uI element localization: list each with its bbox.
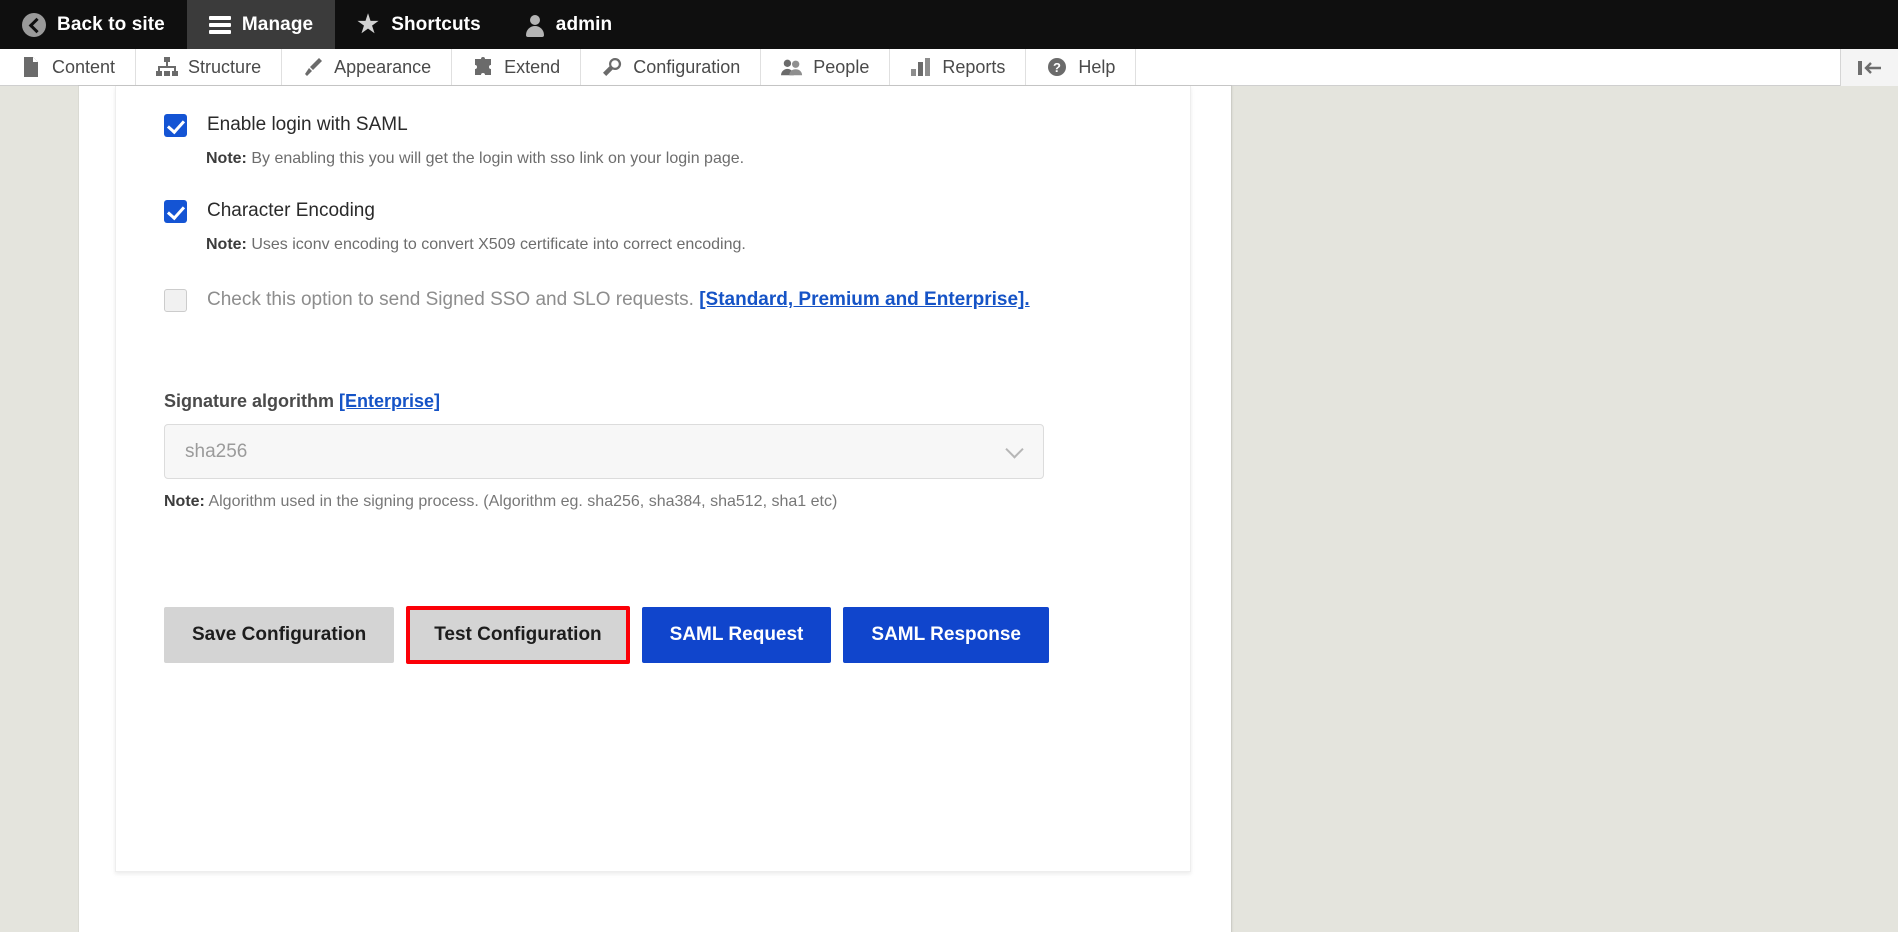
menu-item-appearance[interactable]: Appearance <box>282 49 452 85</box>
option-note: Note: Uses iconv encoding to convert X50… <box>206 234 1142 256</box>
option-label-text: Check this option to send Signed SSO and… <box>207 289 694 310</box>
menu-item-label: People <box>813 57 869 78</box>
saml-configuration-form: Enable login with SAML Note: By enabling… <box>115 86 1191 872</box>
option-label: Check this option to send Signed SSO and… <box>207 287 1030 313</box>
checkbox-enable-login-with-saml[interactable] <box>164 114 187 137</box>
document-icon <box>20 56 42 78</box>
option-label: Character Encoding <box>207 198 375 224</box>
person-icon <box>525 14 545 36</box>
admin-tab-label: admin <box>556 14 612 36</box>
saml-request-button[interactable]: SAML Request <box>642 607 832 663</box>
bar-chart-icon <box>910 56 932 78</box>
option-enable-login-with-saml[interactable]: Enable login with SAML <box>164 112 1142 138</box>
note-prefix: Note: <box>164 493 205 510</box>
admin-tab-label: Manage <box>242 14 313 36</box>
note-prefix: Note: <box>206 236 247 253</box>
admin-tab-label: Back to site <box>57 14 165 36</box>
note-prefix: Note: <box>206 150 247 167</box>
note-text: Uses iconv encoding to convert X509 cert… <box>251 236 746 253</box>
paintbrush-icon <box>302 56 324 78</box>
menu-item-label: Help <box>1078 57 1115 78</box>
star-icon: ★ <box>357 14 380 36</box>
hamburger-icon <box>209 16 231 34</box>
admin-tab-user-admin[interactable]: admin <box>503 0 634 49</box>
note-text: Algorithm used in the signing process. (… <box>208 493 837 510</box>
checkbox-character-encoding[interactable] <box>164 200 187 223</box>
menu-item-extend[interactable]: Extend <box>452 49 581 85</box>
collapse-sidebar-icon[interactable] <box>1840 49 1898 86</box>
option-signed-sso-slo-requests[interactable]: Check this option to send Signed SSO and… <box>164 287 1142 313</box>
admin-toolbar: Back to site Manage ★ Shortcuts admin <box>0 0 1898 49</box>
option-note: Note: By enabling this you will get the … <box>206 148 1142 170</box>
option-character-encoding[interactable]: Character Encoding <box>164 198 1142 224</box>
signature-algorithm-field: Signature algorithm [Enterprise] sha256 … <box>164 391 1142 511</box>
sitemap-icon <box>156 56 178 78</box>
menu-item-structure[interactable]: Structure <box>136 49 282 85</box>
menu-item-label: Content <box>52 57 115 78</box>
test-configuration-button[interactable]: Test Configuration <box>406 606 629 664</box>
admin-tab-label: Shortcuts <box>391 14 481 36</box>
menu-item-label: Configuration <box>633 57 740 78</box>
menu-item-reports[interactable]: Reports <box>890 49 1026 85</box>
chevron-down-icon <box>1005 440 1023 458</box>
svg-text:?: ? <box>1053 60 1061 75</box>
save-configuration-button[interactable]: Save Configuration <box>164 607 394 663</box>
option-label: Enable login with SAML <box>207 112 408 138</box>
menu-item-label: Extend <box>504 57 560 78</box>
admin-tab-back-to-site[interactable]: Back to site <box>0 0 187 49</box>
checkbox-signed-sso-slo-requests[interactable] <box>164 289 187 312</box>
menu-item-label: Structure <box>188 57 261 78</box>
link-standard-premium-enterprise[interactable]: [Standard, Premium and Enterprise]. <box>699 289 1029 310</box>
menu-item-label: Appearance <box>334 57 431 78</box>
back-arrow-icon <box>22 13 46 37</box>
question-circle-icon: ? <box>1046 56 1068 78</box>
people-icon <box>781 56 803 78</box>
signature-algorithm-select[interactable]: sha256 <box>164 424 1044 479</box>
saml-response-button[interactable]: SAML Response <box>843 607 1049 663</box>
puzzle-icon <box>472 56 494 78</box>
signature-algorithm-note: Note: Algorithm used in the signing proc… <box>164 493 1142 511</box>
menu-item-people[interactable]: People <box>761 49 890 85</box>
link-enterprise[interactable]: [Enterprise] <box>339 391 440 411</box>
wrench-icon <box>601 56 623 78</box>
form-actions: Save Configuration Test Configuration SA… <box>164 606 1142 664</box>
admin-tab-shortcuts[interactable]: ★ Shortcuts <box>335 0 503 49</box>
signature-algorithm-value: sha256 <box>185 441 247 463</box>
field-label-text: Signature algorithm <box>164 391 334 411</box>
menu-item-configuration[interactable]: Configuration <box>581 49 761 85</box>
admin-menu-bar: Content Structure Appearance Extend Conf… <box>0 49 1898 86</box>
admin-tab-manage[interactable]: Manage <box>187 0 335 49</box>
menu-item-help[interactable]: ? Help <box>1026 49 1136 85</box>
menu-item-content[interactable]: Content <box>0 49 136 85</box>
signature-algorithm-label: Signature algorithm [Enterprise] <box>164 391 1142 412</box>
menu-item-label: Reports <box>942 57 1005 78</box>
note-text: By enabling this you will get the login … <box>251 150 744 167</box>
